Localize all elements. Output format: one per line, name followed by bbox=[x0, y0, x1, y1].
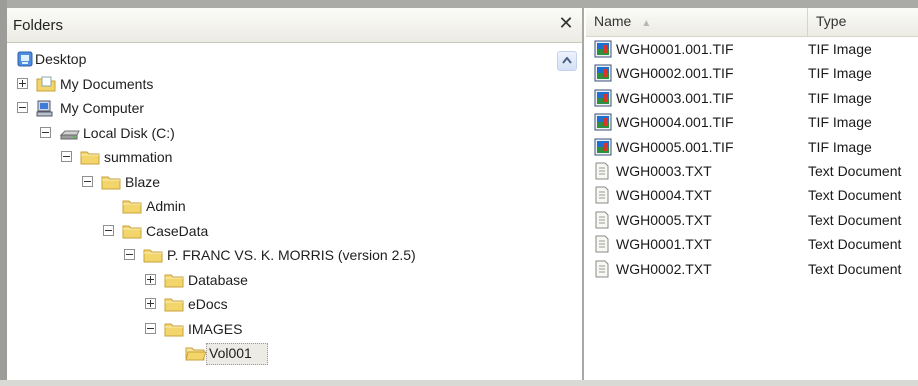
file-row[interactable]: WGH0005.001.TIF TIF Image bbox=[586, 135, 918, 159]
folders-pane-header: Folders ✕ bbox=[7, 8, 582, 43]
chevron-up-icon bbox=[562, 57, 572, 64]
my-documents-icon bbox=[36, 76, 56, 98]
tree-item[interactable]: Blaze bbox=[7, 171, 547, 193]
collapse-minus-icon[interactable] bbox=[82, 175, 93, 187]
file-name: WGH0005.001.TIF bbox=[616, 138, 734, 155]
tree-item[interactable]: Desktop bbox=[7, 48, 547, 70]
tree-item-label: P. FRANC VS. K. MORRIS (version 2.5) bbox=[167, 247, 416, 263]
file-row[interactable]: WGH0003.TXT Text Document bbox=[586, 159, 918, 183]
file-name: WGH0002.TXT bbox=[616, 260, 712, 277]
file-type: TIF Image bbox=[808, 138, 872, 155]
window-frame-left bbox=[0, 0, 7, 386]
folders-pane-title: Folders bbox=[13, 17, 64, 34]
folder-icon bbox=[164, 321, 184, 343]
tree-item-label: CaseData bbox=[146, 222, 209, 239]
tree-item[interactable]: Database bbox=[7, 269, 547, 291]
file-type: TIF Image bbox=[808, 114, 872, 131]
tree-item-label: Vol001 bbox=[209, 345, 252, 361]
column-header-name[interactable]: Name ▲ bbox=[586, 8, 808, 36]
tree-item[interactable]: eDocs bbox=[7, 293, 547, 315]
folder-open-icon bbox=[185, 345, 207, 367]
folders-pane: Folders ✕ Desktop My Documents My Computer… bbox=[7, 8, 584, 380]
tree-item-label: Desktop bbox=[35, 51, 87, 67]
sort-ascending-icon: ▲ bbox=[641, 18, 652, 29]
tree-item[interactable]: My Computer bbox=[7, 97, 547, 119]
tree-item-label: Blaze bbox=[125, 173, 161, 190]
file-row[interactable]: WGH0001.TXT Text Document bbox=[586, 232, 918, 256]
folder-icon bbox=[122, 198, 142, 220]
collapse-minus-icon[interactable] bbox=[124, 249, 135, 260]
file-row[interactable]: WGH0002.001.TIF TIF Image bbox=[586, 61, 918, 85]
tree-item-label: Admin bbox=[146, 198, 186, 214]
tree-item-label: IMAGES bbox=[188, 320, 243, 337]
file-name: WGH0003.001.TIF bbox=[616, 89, 734, 106]
file-name: WGH0004.001.TIF bbox=[616, 114, 734, 131]
expand-plus-icon[interactable] bbox=[145, 273, 156, 285]
folder-icon bbox=[143, 247, 163, 269]
tree-item[interactable]: P. FRANC VS. K. MORRIS (version 2.5) bbox=[7, 244, 547, 266]
file-name: WGH0003.TXT bbox=[616, 163, 712, 179]
file-name: WGH0004.TXT bbox=[616, 187, 712, 204]
column-type-label: Type bbox=[816, 13, 847, 29]
tree-item[interactable]: Vol001 bbox=[7, 342, 547, 367]
file-row[interactable]: WGH0004.001.TIF TIF Image bbox=[586, 110, 918, 134]
hard-disk-icon bbox=[59, 125, 81, 147]
collapse-minus-icon[interactable] bbox=[40, 126, 51, 138]
files-pane: Name ▲ Type WGH0001.001.TIF TIF Image WGH00… bbox=[586, 8, 918, 380]
tree-item[interactable]: IMAGES bbox=[7, 318, 547, 340]
file-type: TIF Image bbox=[808, 41, 872, 57]
my-computer-icon bbox=[36, 100, 54, 124]
file-type: Text Document bbox=[808, 236, 902, 253]
folders-close-button[interactable]: ✕ bbox=[557, 13, 575, 33]
file-name: WGH0002.001.TIF bbox=[616, 65, 734, 82]
files-column-header: Name ▲ Type bbox=[586, 8, 918, 37]
desktop-icon bbox=[17, 51, 33, 73]
collapse-minus-icon[interactable] bbox=[17, 102, 28, 113]
tree-item[interactable]: Admin bbox=[7, 195, 547, 217]
tree-item[interactable]: My Documents bbox=[7, 73, 547, 95]
file-row[interactable]: WGH0005.TXT Text Document bbox=[586, 208, 918, 232]
folder-icon bbox=[80, 149, 100, 171]
tree-item[interactable]: summation bbox=[7, 146, 547, 168]
collapse-minus-icon[interactable] bbox=[61, 151, 72, 162]
file-row[interactable]: WGH0001.001.TIF TIF Image bbox=[586, 37, 918, 61]
folder-icon bbox=[164, 272, 184, 294]
file-type: Text Document bbox=[808, 163, 902, 179]
expand-plus-icon[interactable] bbox=[17, 77, 28, 89]
folder-icon bbox=[164, 296, 184, 318]
collapse-minus-icon[interactable] bbox=[145, 322, 156, 334]
file-row[interactable]: WGH0004.TXT Text Document bbox=[586, 183, 918, 207]
file-row[interactable]: WGH0002.TXT Text Document bbox=[586, 257, 918, 281]
tree-item[interactable]: Local Disk (C:) bbox=[7, 122, 547, 144]
file-type: TIF Image bbox=[808, 65, 872, 82]
text-document-icon bbox=[594, 260, 610, 285]
column-header-type[interactable]: Type bbox=[808, 8, 918, 36]
expand-plus-icon[interactable] bbox=[145, 298, 156, 309]
scroll-up-button[interactable] bbox=[557, 51, 577, 71]
file-type: Text Document bbox=[808, 187, 902, 204]
tree-item-label: summation bbox=[104, 149, 173, 165]
tree-item-label: eDocs bbox=[188, 296, 228, 312]
file-name: WGH0001.TXT bbox=[616, 236, 712, 253]
window-frame-top bbox=[0, 0, 918, 8]
window-frame-bottom bbox=[0, 380, 918, 386]
folder-icon bbox=[122, 223, 142, 245]
folder-icon bbox=[101, 174, 121, 196]
column-name-label: Name bbox=[594, 13, 632, 29]
file-type: TIF Image bbox=[808, 89, 872, 106]
explorer-window: Folders ✕ Desktop My Documents My Computer… bbox=[0, 0, 918, 386]
file-name: WGH0001.001.TIF bbox=[616, 41, 734, 57]
tree-item-label: Local Disk (C:) bbox=[83, 124, 175, 141]
tree-item-label: My Computer bbox=[60, 100, 145, 116]
file-name: WGH0005.TXT bbox=[616, 211, 712, 228]
tree-item-label: My Documents bbox=[60, 75, 154, 92]
tree-item[interactable]: CaseData bbox=[7, 220, 547, 242]
collapse-minus-icon[interactable] bbox=[103, 224, 114, 236]
tree-item-label: Database bbox=[188, 271, 248, 288]
file-type: Text Document bbox=[808, 260, 902, 277]
file-type: Text Document bbox=[808, 211, 902, 228]
file-row[interactable]: WGH0003.001.TIF TIF Image bbox=[586, 86, 918, 110]
